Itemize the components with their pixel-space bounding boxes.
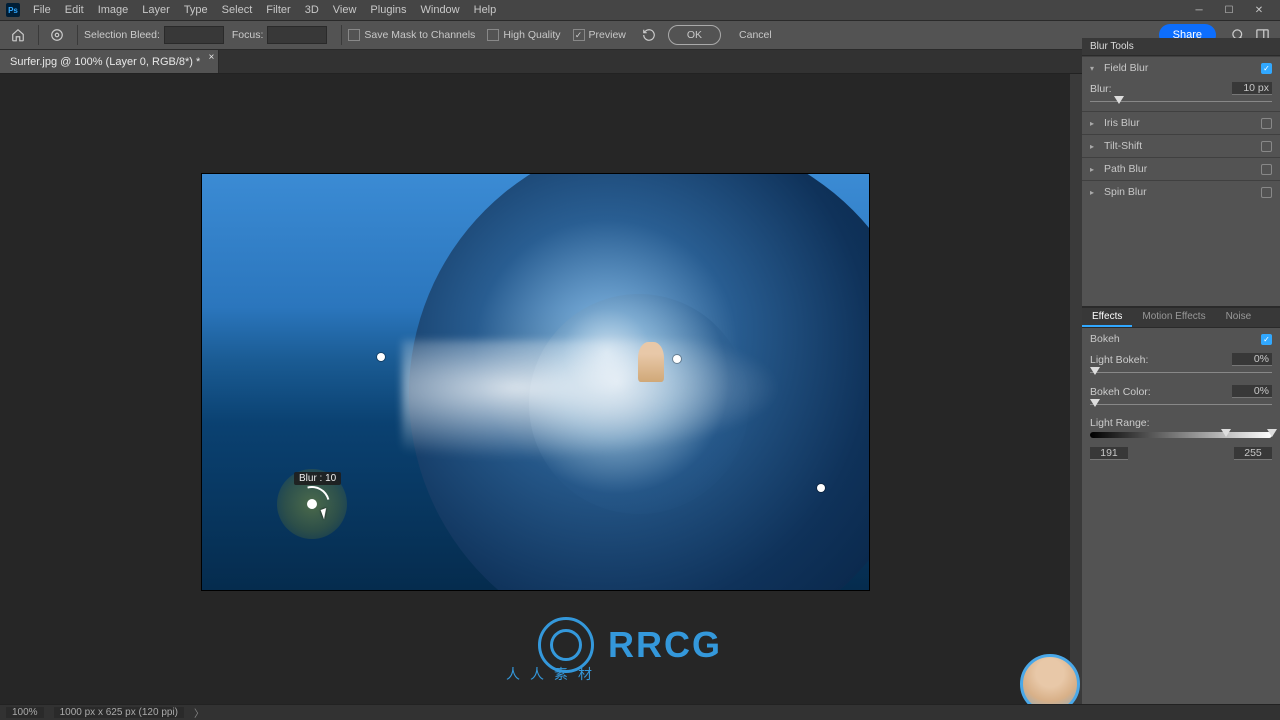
reset-icon[interactable] bbox=[638, 25, 660, 45]
zoom-level[interactable]: 100% bbox=[6, 707, 44, 718]
tilt-shift-header[interactable]: ▸ Tilt-Shift bbox=[1082, 134, 1280, 157]
light-bokeh-slider[interactable] bbox=[1090, 366, 1272, 378]
maximize-icon[interactable]: ☐ bbox=[1214, 0, 1244, 20]
light-bokeh-value[interactable]: 0% bbox=[1232, 353, 1272, 366]
blur-pin[interactable] bbox=[817, 484, 825, 492]
image-content bbox=[402, 340, 782, 460]
iris-blur-header[interactable]: ▸ Iris Blur bbox=[1082, 111, 1280, 134]
iris-blur-checkbox[interactable] bbox=[1261, 118, 1272, 129]
light-range-high[interactable]: 255 bbox=[1234, 447, 1272, 460]
minimize-icon[interactable]: ─ bbox=[1184, 0, 1214, 20]
canvas-area[interactable]: Blur : 10 bbox=[0, 74, 1082, 704]
tilt-shift-label: Tilt-Shift bbox=[1104, 140, 1261, 152]
light-range-label: Light Range: bbox=[1090, 417, 1272, 429]
path-blur-label: Path Blur bbox=[1104, 163, 1261, 175]
menu-filter[interactable]: Filter bbox=[259, 4, 297, 16]
close-icon[interactable]: ✕ bbox=[1244, 0, 1274, 20]
preview-checkbox[interactable] bbox=[573, 29, 585, 41]
spin-blur-checkbox[interactable] bbox=[1261, 187, 1272, 198]
path-blur-checkbox[interactable] bbox=[1261, 164, 1272, 175]
status-bar: 100% 1000 px x 625 px (120 ppi) 〉 bbox=[0, 704, 1280, 720]
document-tab-label: Surfer.jpg @ 100% (Layer 0, RGB/8*) * bbox=[10, 56, 200, 68]
vertical-scrollbar[interactable] bbox=[1070, 74, 1082, 704]
blur-param-label: Blur: bbox=[1090, 83, 1232, 95]
iris-blur-label: Iris Blur bbox=[1104, 117, 1261, 129]
preview-label: Preview bbox=[589, 29, 626, 41]
menu-select[interactable]: Select bbox=[215, 4, 260, 16]
window-controls: ─ ☐ ✕ bbox=[1184, 0, 1274, 20]
cursor-icon bbox=[322, 508, 334, 524]
blur-tooltip: Blur : 10 bbox=[294, 472, 341, 485]
menu-3d[interactable]: 3D bbox=[298, 4, 326, 16]
home-icon[interactable] bbox=[6, 23, 30, 47]
tab-motion-effects[interactable]: Motion Effects bbox=[1132, 308, 1215, 327]
menu-window[interactable]: Window bbox=[414, 4, 467, 16]
tab-noise[interactable]: Noise bbox=[1216, 308, 1262, 327]
chevron-right-icon: ▸ bbox=[1090, 165, 1100, 174]
cancel-button[interactable]: Cancel bbox=[729, 29, 782, 41]
chevron-right-icon: ▸ bbox=[1090, 142, 1100, 151]
focus-label: Focus: bbox=[232, 29, 264, 41]
app-icon: Ps bbox=[6, 3, 20, 17]
light-range-slider[interactable] bbox=[1090, 429, 1272, 441]
chevron-right-icon: ▸ bbox=[1090, 119, 1100, 128]
menu-layer[interactable]: Layer bbox=[135, 4, 177, 16]
bokeh-color-value[interactable]: 0% bbox=[1232, 385, 1272, 398]
menu-help[interactable]: Help bbox=[467, 4, 504, 16]
field-blur-checkbox[interactable] bbox=[1261, 63, 1272, 74]
blur-tools-title: Blur Tools bbox=[1082, 38, 1280, 56]
path-blur-header[interactable]: ▸ Path Blur bbox=[1082, 157, 1280, 180]
bokeh-label: Bokeh bbox=[1090, 333, 1261, 345]
menu-file[interactable]: File bbox=[26, 4, 58, 16]
focus-input[interactable] bbox=[267, 26, 327, 44]
high-quality-checkbox[interactable] bbox=[487, 29, 499, 41]
doc-dimensions[interactable]: 1000 px x 625 px (120 ppi) bbox=[54, 707, 184, 718]
light-range-low[interactable]: 191 bbox=[1090, 447, 1128, 460]
image-content bbox=[638, 342, 664, 382]
spin-blur-label: Spin Blur bbox=[1104, 186, 1261, 198]
blur-pin[interactable] bbox=[377, 353, 385, 361]
chevron-right-icon[interactable]: 〉 bbox=[194, 705, 204, 720]
menu-plugins[interactable]: Plugins bbox=[363, 4, 413, 16]
selection-bleed-label: Selection Bleed: bbox=[84, 29, 160, 41]
blur-slider[interactable] bbox=[1090, 95, 1272, 107]
selection-bleed-input[interactable] bbox=[164, 26, 224, 44]
field-blur-header[interactable]: ▾ Field Blur bbox=[1082, 56, 1280, 79]
bokeh-color-label: Bokeh Color: bbox=[1090, 386, 1232, 398]
chevron-right-icon: ▸ bbox=[1090, 188, 1100, 197]
menu-image[interactable]: Image bbox=[91, 4, 136, 16]
menu-view[interactable]: View bbox=[326, 4, 364, 16]
spin-blur-header[interactable]: ▸ Spin Blur bbox=[1082, 180, 1280, 203]
right-panels: Blur Tools ▾ Field Blur Blur: 10 px ▸ Ir… bbox=[1082, 38, 1280, 706]
bokeh-checkbox[interactable] bbox=[1261, 334, 1272, 345]
save-mask-checkbox[interactable] bbox=[348, 29, 360, 41]
tilt-shift-checkbox[interactable] bbox=[1261, 141, 1272, 152]
effects-tabs: Effects Motion Effects Noise bbox=[1082, 308, 1280, 328]
chevron-down-icon: ▾ bbox=[1090, 64, 1100, 73]
high-quality-label: High Quality bbox=[503, 29, 560, 41]
blur-param-value[interactable]: 10 px bbox=[1232, 82, 1272, 95]
menubar: Ps File Edit Image Layer Type Select Fil… bbox=[0, 0, 1280, 20]
menu-type[interactable]: Type bbox=[177, 4, 215, 16]
save-mask-label: Save Mask to Channels bbox=[364, 29, 475, 41]
tool-icon[interactable] bbox=[45, 23, 69, 47]
light-bokeh-label: Light Bokeh: bbox=[1090, 354, 1232, 366]
blur-pin-center-icon[interactable] bbox=[307, 499, 317, 509]
tab-effects[interactable]: Effects bbox=[1082, 308, 1132, 327]
blur-pin[interactable] bbox=[673, 355, 681, 363]
canvas[interactable]: Blur : 10 bbox=[202, 174, 869, 590]
field-blur-label: Field Blur bbox=[1104, 62, 1261, 74]
bokeh-color-slider[interactable] bbox=[1090, 398, 1272, 410]
ok-button[interactable]: OK bbox=[668, 25, 721, 45]
menu-edit[interactable]: Edit bbox=[58, 4, 91, 16]
document-tab[interactable]: Surfer.jpg @ 100% (Layer 0, RGB/8*) * × bbox=[0, 50, 219, 73]
close-tab-icon[interactable]: × bbox=[208, 52, 214, 63]
